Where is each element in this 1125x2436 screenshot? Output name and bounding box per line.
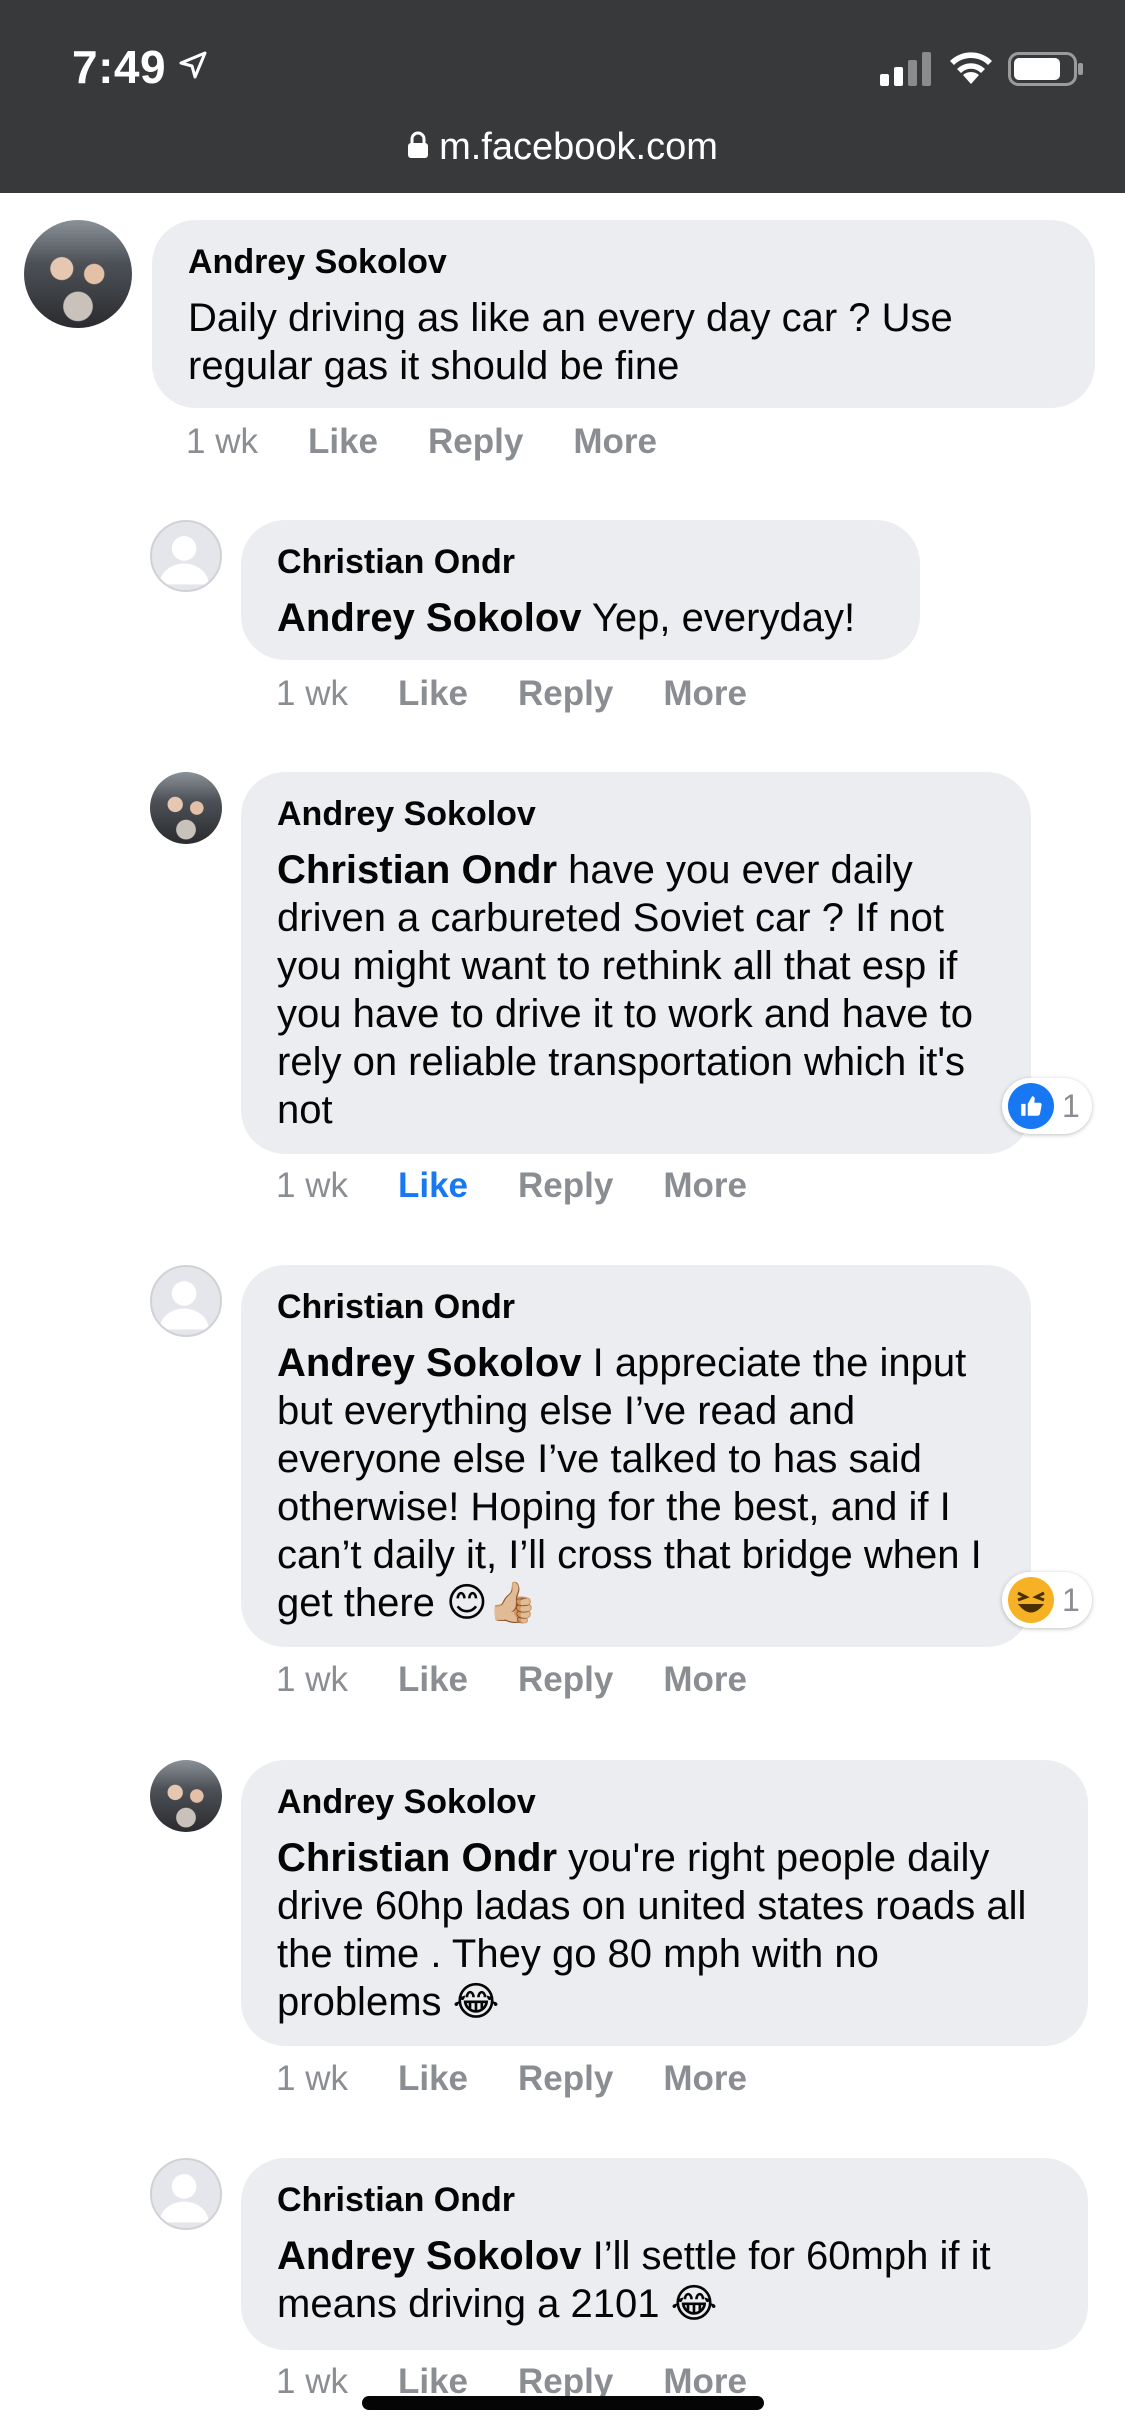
more-button[interactable]: More bbox=[663, 674, 747, 713]
haha-icon bbox=[1008, 1577, 1054, 1623]
battery-icon bbox=[1008, 52, 1083, 86]
comment-author[interactable]: Andrey Sokolov bbox=[188, 240, 1059, 284]
comment-text: Yep, everyday! bbox=[591, 596, 856, 640]
reply-button[interactable]: Reply bbox=[518, 2059, 613, 2098]
cellular-signal-icon bbox=[880, 52, 931, 86]
comment-actions: 1 wk Like Reply More bbox=[186, 422, 707, 462]
avatar[interactable] bbox=[150, 1760, 222, 1832]
comment-author[interactable]: Christian Ondr bbox=[277, 1285, 995, 1329]
more-button[interactable]: More bbox=[663, 1660, 747, 1699]
comment-actions: 1 wk Like Reply More bbox=[276, 1166, 797, 1206]
comment-time[interactable]: 1 wk bbox=[276, 1660, 348, 1699]
default-user-icon bbox=[159, 1281, 209, 1330]
comment-body: Andrey Sokolov I appreciate the input bu… bbox=[277, 1339, 995, 1627]
wifi-icon bbox=[950, 52, 992, 84]
status-time: 7:49 bbox=[72, 41, 167, 93]
like-button[interactable]: Like bbox=[308, 422, 378, 461]
comment-body: Christian Ondr have you ever daily drive… bbox=[277, 846, 995, 1134]
home-indicator[interactable] bbox=[362, 2396, 764, 2410]
comment-mention[interactable]: Christian Ondr bbox=[277, 848, 557, 892]
comment-bubble: Christian Ondr Andrey Sokolov I’ll settl… bbox=[241, 2158, 1088, 2350]
comment-time[interactable]: 1 wk bbox=[276, 674, 348, 713]
comment-time[interactable]: 1 wk bbox=[276, 1166, 348, 1205]
reply-button[interactable]: Reply bbox=[518, 1660, 613, 1699]
like-button[interactable]: Like bbox=[398, 2059, 468, 2098]
reply-button[interactable]: Reply bbox=[428, 422, 523, 461]
reply-button[interactable]: Reply bbox=[518, 1166, 613, 1205]
comment-bubble: Andrey Sokolov Christian Ondr have you e… bbox=[241, 772, 1031, 1154]
like-button[interactable]: Like bbox=[398, 1660, 468, 1699]
lock-icon bbox=[408, 131, 429, 158]
more-button[interactable]: More bbox=[663, 1166, 747, 1205]
comment-time[interactable]: 1 wk bbox=[186, 422, 258, 461]
like-icon bbox=[1008, 1083, 1054, 1129]
more-button[interactable]: More bbox=[663, 2059, 747, 2098]
browser-top-bar: 7:49 m.facebook.com bbox=[0, 0, 1125, 193]
comment-author[interactable]: Andrey Sokolov bbox=[277, 1780, 1052, 1824]
more-button[interactable]: More bbox=[573, 422, 657, 461]
avatar[interactable] bbox=[150, 2158, 222, 2230]
avatar[interactable] bbox=[150, 520, 222, 592]
comment-time[interactable]: 1 wk bbox=[276, 2362, 348, 2401]
comment-bubble: Christian Ondr Andrey Sokolov Yep, every… bbox=[241, 520, 920, 660]
comment-body: Andrey Sokolov Yep, everyday! bbox=[277, 594, 884, 642]
like-button[interactable]: Like bbox=[398, 1166, 468, 1205]
comment-bubble: Christian Ondr Andrey Sokolov I apprecia… bbox=[241, 1265, 1031, 1647]
location-arrow-icon bbox=[179, 51, 207, 79]
avatar[interactable] bbox=[150, 772, 222, 844]
default-user-icon bbox=[159, 536, 209, 585]
comment-bubble: Andrey Sokolov Christian Ondr you're rig… bbox=[241, 1760, 1088, 2046]
comment-mention[interactable]: Andrey Sokolov bbox=[277, 2234, 582, 2278]
comment-bubble: Andrey Sokolov Daily driving as like an … bbox=[152, 220, 1095, 408]
reaction-count: 1 bbox=[1062, 1581, 1080, 1618]
reaction-badge[interactable]: 1 bbox=[1002, 1572, 1092, 1628]
comment-actions: 1 wk Like Reply More bbox=[276, 674, 797, 714]
avatar[interactable] bbox=[150, 1265, 222, 1337]
comment-text: Daily driving as like an every day car ?… bbox=[188, 296, 953, 388]
comment-actions: 1 wk Like Reply More bbox=[276, 2059, 797, 2099]
comment-body: Christian Ondr you're right people daily… bbox=[277, 1834, 1052, 2026]
comment-time[interactable]: 1 wk bbox=[276, 2059, 348, 2098]
comment-author[interactable]: Christian Ondr bbox=[277, 540, 884, 584]
comment-mention[interactable]: Andrey Sokolov bbox=[277, 596, 582, 640]
url-bar[interactable]: m.facebook.com bbox=[0, 126, 1125, 169]
comment-body: Andrey Sokolov I’ll settle for 60mph if … bbox=[277, 2232, 1052, 2328]
comment-author[interactable]: Christian Ondr bbox=[277, 2178, 1052, 2222]
avatar[interactable] bbox=[24, 220, 132, 328]
comment-mention[interactable]: Christian Ondr bbox=[277, 1836, 557, 1880]
reply-button[interactable]: Reply bbox=[518, 674, 613, 713]
default-user-icon bbox=[159, 2174, 209, 2223]
comment-actions: 1 wk Like Reply More bbox=[276, 1660, 797, 1700]
like-button[interactable]: Like bbox=[398, 674, 468, 713]
reaction-badge[interactable]: 1 bbox=[1002, 1078, 1092, 1134]
comment-mention[interactable]: Andrey Sokolov bbox=[277, 1341, 582, 1385]
reaction-count: 1 bbox=[1062, 1087, 1080, 1124]
comment-author[interactable]: Andrey Sokolov bbox=[277, 792, 995, 836]
url-domain: m.facebook.com bbox=[439, 126, 718, 168]
